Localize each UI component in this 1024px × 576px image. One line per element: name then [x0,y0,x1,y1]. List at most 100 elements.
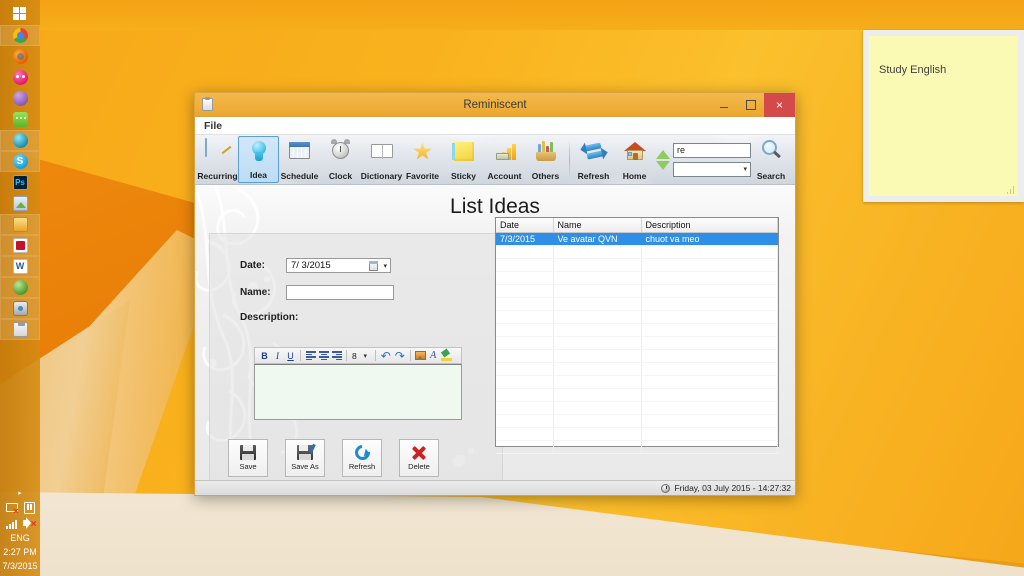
align-left-button[interactable] [304,349,317,363]
tray-date[interactable]: 7/3/2015 [0,560,40,572]
ribbon-button-home[interactable]: Home [614,136,655,183]
table-row-empty[interactable] [496,336,778,350]
tray-language[interactable]: ENG [0,532,40,544]
taskbar-item-skype[interactable] [0,151,40,172]
taskbar-item-pink-app[interactable] [0,67,40,88]
tray-expand-chevron[interactable]: ▸ [18,490,22,498]
table-row-empty[interactable] [496,375,778,389]
table-row-empty[interactable] [496,310,778,324]
network-disconnected-icon[interactable] [5,501,19,516]
refresh-button[interactable]: Refresh [342,439,382,477]
green-down-arrow-icon[interactable] [656,160,670,170]
ribbon-button-others[interactable]: Others [525,136,566,183]
table-row[interactable]: 7/3/2015 Ve avatar QVN chuot va meo [496,232,778,246]
calendar-icon[interactable] [369,261,378,271]
italic-button[interactable]: I [271,349,284,363]
system-tray[interactable]: ▸ × ENG 2:27 PM 7/3/2015 [0,490,40,576]
tray-row-2[interactable]: × [0,516,40,530]
taskbar-item-explorer[interactable] [0,214,40,235]
font-size-chevron-down-icon[interactable]: ▾ [359,349,372,363]
font-color-button[interactable]: A [427,349,440,363]
description-input[interactable] [254,364,462,420]
table-row-empty[interactable] [496,297,778,311]
underline-button[interactable]: U [284,349,297,363]
undo-button[interactable]: ↶ [379,350,393,362]
ribbon-toolbar[interactable]: Recurring Idea Schedule Clock Dictionary… [195,135,795,185]
highlight-button[interactable] [440,349,453,363]
ribbon-nav-arrows[interactable] [655,136,671,183]
taskbar-item-chat[interactable] [0,109,40,130]
ribbon-button-search[interactable]: Search [751,136,791,183]
start-button[interactable] [0,4,40,25]
table-row-empty[interactable] [496,414,778,428]
signal-icon[interactable] [5,517,18,529]
table-row-empty[interactable] [496,258,778,272]
save-as-button[interactable]: Save As [285,439,325,477]
font-size-value[interactable]: 8 [350,351,359,361]
column-header-date[interactable]: Date [496,218,554,233]
ribbon-button-account[interactable]: Account [484,136,525,183]
taskbar-item-chrome[interactable] [0,25,40,46]
tray-row-1[interactable] [0,500,40,516]
sticky-note-window[interactable]: Study English [863,30,1024,202]
ribbon-button-schedule[interactable]: Schedule [279,136,320,183]
taskbar-item-reminiscent[interactable] [0,319,40,340]
menubar[interactable]: File [195,117,795,135]
ribbon-button-refresh[interactable]: Refresh [573,136,614,183]
chevron-down-icon[interactable]: ▾ [383,263,387,270]
ribbon-button-favorite[interactable]: Favorite [402,136,443,183]
table-row-empty[interactable] [496,284,778,298]
insert-image-button[interactable] [414,349,427,363]
table-row-empty[interactable] [496,245,778,259]
volume-muted-icon[interactable]: × [22,517,37,530]
table-row-empty[interactable] [496,349,778,363]
column-header-description[interactable]: Description [641,218,778,233]
taskbar-item-purple-app[interactable] [0,88,40,109]
table-body[interactable]: 7/3/2015 Ve avatar QVN chuot va meo [496,232,778,454]
table-row-empty[interactable] [496,323,778,337]
taskbar-items[interactable] [0,4,40,340]
action-center-icon[interactable] [23,501,35,514]
delete-button[interactable]: Delete [399,439,439,477]
tray-time[interactable]: 2:27 PM [0,546,40,558]
green-up-arrow-icon[interactable] [656,149,670,159]
taskbar-item-green-app[interactable] [0,277,40,298]
table-row-empty[interactable] [496,427,778,441]
window-titlebar[interactable]: Reminiscent × [195,92,795,117]
rich-text-toolbar[interactable]: B I U 8 ▾ ↶ ↷ A [254,347,462,364]
ribbon-button-clock[interactable]: Clock [320,136,361,183]
taskbar-item-image-editor[interactable] [0,193,40,214]
taskbar-item-acrobat[interactable] [0,235,40,256]
sticky-note-body[interactable]: Study English [869,36,1018,196]
reminiscent-window[interactable]: Reminiscent × File Recurring Idea Schedu… [194,92,796,496]
align-right-button[interactable] [330,349,343,363]
search-input[interactable] [673,142,751,158]
ribbon-button-sticky[interactable]: Sticky [443,136,484,183]
align-center-button[interactable] [317,349,330,363]
date-input[interactable]: 7/ 3/2015 ▾ [286,258,391,273]
ribbon-button-dictionary[interactable]: Dictionary [361,136,402,183]
resize-grip-icon[interactable] [1007,186,1015,194]
taskbar-item-firefox[interactable] [0,46,40,67]
taskbar[interactable]: ▸ × ENG 2:27 PM 7/3/2015 [0,0,40,576]
table-row-empty[interactable] [496,440,778,454]
column-header-name[interactable]: Name [553,218,642,233]
redo-button[interactable]: ↷ [393,350,407,362]
search-filter-select[interactable] [673,161,751,177]
ribbon-search-group[interactable] [673,136,751,183]
name-input[interactable] [286,285,394,300]
taskbar-item-camera[interactable] [0,298,40,319]
ribbon-button-recurring[interactable]: Recurring [197,136,238,183]
ideas-table[interactable]: Date Name Description 7/3/2015 Ve avatar … [495,217,779,454]
menu-item-file[interactable]: File [195,120,231,132]
table-row-empty[interactable] [496,362,778,376]
table-row-empty[interactable] [496,401,778,415]
save-button[interactable]: Save [228,439,268,477]
taskbar-item-word[interactable] [0,256,40,277]
taskbar-item-photoshop[interactable] [0,172,40,193]
table-row-empty[interactable] [496,271,778,285]
taskbar-item-browser[interactable] [0,130,40,151]
table-row-empty[interactable] [496,388,778,402]
bold-button[interactable]: B [258,349,271,363]
ribbon-button-idea[interactable]: Idea [238,136,279,183]
